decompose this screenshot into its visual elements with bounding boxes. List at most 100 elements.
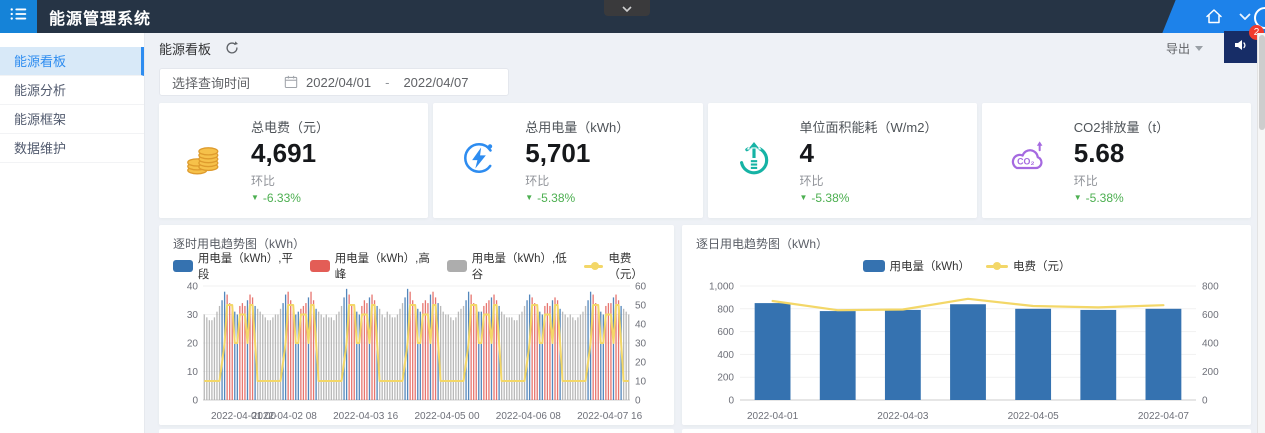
kpi-delta: ▼-6.33% (251, 191, 329, 205)
svg-text:2022-04-01: 2022-04-01 (747, 411, 799, 422)
coins-icon (185, 139, 225, 182)
svg-text:20: 20 (187, 339, 199, 350)
svg-text:2022-04-03 16: 2022-04-03 16 (333, 411, 398, 422)
svg-text:600: 600 (1202, 310, 1219, 321)
chevron-down-icon[interactable] (1239, 13, 1251, 20)
date-range-picker[interactable]: 选择查询时间 2022/04/01 - 2022/04/07 (159, 68, 509, 96)
svg-text:30: 30 (635, 339, 647, 350)
svg-text:400: 400 (717, 350, 734, 361)
kpi-compare-label: 环比 (525, 172, 629, 189)
kpi-compare-label: 环比 (251, 172, 329, 189)
legend-item-usage[interactable]: 用电量（kWh） (863, 258, 971, 274)
svg-text:40: 40 (187, 282, 199, 293)
kpi-label: 总电费（元） (251, 117, 329, 136)
daily-chart-legend: 用电量（kWh） 电费（元） (696, 254, 1237, 278)
legend-item-fee[interactable]: 电费（元） (986, 258, 1071, 274)
svg-text:10: 10 (635, 377, 647, 388)
hourly-chart-legend: 用电量（kWh）,平段 用电量（kWh）,高峰 用电量（kWh）,低谷 电费（元… (173, 254, 660, 278)
daily-usage-chart-card: 逐日用电趋势图（kWh） 用电量（kWh） 电费（元） 0 200 400 600 80… (682, 225, 1251, 425)
svg-text:30: 30 (187, 310, 199, 321)
kpi-delta: ▼-5.38% (525, 191, 629, 205)
daily-chart-title: 逐日用电趋势图（kWh） (696, 235, 1237, 252)
sidebar-item-energy-dashboard[interactable]: 能源看板 (0, 47, 144, 76)
next-card-right (682, 429, 1251, 433)
sidebar-item-data-maintenance[interactable]: 数据维护 (0, 134, 144, 163)
kpi-compare-label: 环比 (1074, 172, 1169, 189)
svg-text:20: 20 (635, 358, 647, 369)
svg-text:2022-04-03: 2022-04-03 (877, 411, 929, 422)
start-date-value[interactable]: 2022/04/01 (306, 75, 371, 90)
svg-text:200: 200 (1202, 367, 1219, 378)
main-content: 2 能源看板 导出 选择查询时间 (145, 33, 1265, 433)
down-triangle-icon: ▼ (1074, 193, 1082, 202)
svg-text:400: 400 (1202, 339, 1219, 350)
calendar-icon (284, 75, 298, 89)
scrollbar-thumb[interactable] (1259, 35, 1265, 130)
svg-text:2022-04-05: 2022-04-05 (1008, 411, 1060, 422)
page: 能源管理系统 能源看板 能源分析 能源框架 数据维护 (0, 0, 1265, 433)
kpi-label: 总用电量（kWh） (525, 117, 629, 136)
svg-text:50: 50 (635, 301, 647, 312)
sidebar-item-energy-framework[interactable]: 能源框架 (0, 105, 144, 134)
svg-text:0: 0 (192, 396, 198, 407)
svg-text:0: 0 (728, 396, 734, 407)
kpi-label: 单位面积能耗（W/m2） (800, 117, 938, 136)
svg-text:800: 800 (717, 304, 734, 315)
menu-toggle-button[interactable] (0, 0, 37, 33)
kpi-card-unit-area-energy: 单位面积能耗（W/m2） 4 环比 ▼-5.38% (708, 103, 977, 218)
caret-down-icon (1195, 46, 1203, 51)
kpi-card-total-fee: 总电费（元） 4,691 环比 ▼-6.33% (159, 103, 428, 218)
notifications-button[interactable]: 2 (1224, 31, 1257, 63)
collapse-tab[interactable] (604, 0, 650, 16)
next-cards-row (159, 429, 1251, 433)
chevron-down-icon (622, 0, 632, 17)
svg-text:2022-04-05 00: 2022-04-05 00 (414, 411, 479, 422)
kpi-delta: ▼-5.38% (1074, 191, 1169, 205)
svg-text:2022-04-07 16: 2022-04-07 16 (577, 411, 642, 422)
svg-text:10: 10 (187, 367, 199, 378)
refresh-icon (225, 41, 239, 55)
page-scrollbar[interactable] (1257, 33, 1265, 433)
svg-text:60: 60 (635, 282, 647, 293)
svg-text:1,000: 1,000 (709, 282, 734, 293)
svg-text:0: 0 (1202, 396, 1208, 407)
kpi-value: 4 (800, 138, 938, 169)
co2-icon: CO₂ (1008, 139, 1048, 182)
svg-text:40: 40 (635, 320, 647, 331)
kpi-value: 4,691 (251, 138, 329, 169)
kpi-delta: ▼-5.38% (800, 191, 938, 205)
speaker-icon (1233, 37, 1249, 58)
svg-text:2022-04-06 08: 2022-04-06 08 (496, 411, 561, 422)
sidebar-item-energy-analysis[interactable]: 能源分析 (0, 76, 144, 105)
kpi-card-co2-emission: CO₂ CO2排放量（t） 5.68 环比 ▼-5.38% (982, 103, 1251, 218)
down-triangle-icon: ▼ (251, 193, 259, 202)
charts-row: 逐时用电趋势图（kWh） 用电量（kWh）,平段 用电量（kWh）,高峰 用电量… (159, 225, 1251, 425)
toolbar: 能源看板 导出 (159, 33, 1251, 63)
svg-text:200: 200 (717, 373, 734, 384)
refresh-button[interactable] (225, 41, 239, 55)
kpi-value: 5.68 (1074, 138, 1169, 169)
export-button[interactable]: 导出 (1166, 40, 1203, 57)
kpi-label: CO2排放量（t） (1074, 117, 1169, 136)
breadcrumb: 能源看板 (159, 39, 211, 58)
hourly-usage-plot: 01020304001020304050602022-04-01 002022-… (173, 278, 660, 425)
svg-text:2022-04-07: 2022-04-07 (1138, 411, 1190, 422)
svg-text:800: 800 (1202, 282, 1219, 293)
svg-text:2022-04-02 08: 2022-04-02 08 (252, 411, 317, 422)
app-title: 能源管理系统 (49, 5, 151, 29)
down-triangle-icon: ▼ (525, 193, 533, 202)
app-header: 能源管理系统 (0, 0, 1265, 33)
hourly-usage-chart-card: 逐时用电趋势图（kWh） 用电量（kWh）,平段 用电量（kWh）,高峰 用电量… (159, 225, 674, 425)
export-label: 导出 (1166, 40, 1190, 57)
home-icon[interactable] (1205, 8, 1223, 25)
menu-list-icon (9, 5, 29, 28)
sidebar: 能源看板 能源分析 能源框架 数据维护 (0, 33, 145, 433)
kpi-row: 总电费（元） 4,691 环比 ▼-6.33% (159, 103, 1251, 218)
power-icon (734, 139, 774, 182)
kpi-compare-label: 环比 (800, 172, 938, 189)
end-date-value[interactable]: 2022/04/07 (403, 75, 468, 90)
date-separator: - (385, 75, 389, 90)
down-triangle-icon: ▼ (800, 193, 808, 202)
svg-text:CO₂: CO₂ (1017, 157, 1034, 167)
next-card-left (159, 429, 674, 433)
